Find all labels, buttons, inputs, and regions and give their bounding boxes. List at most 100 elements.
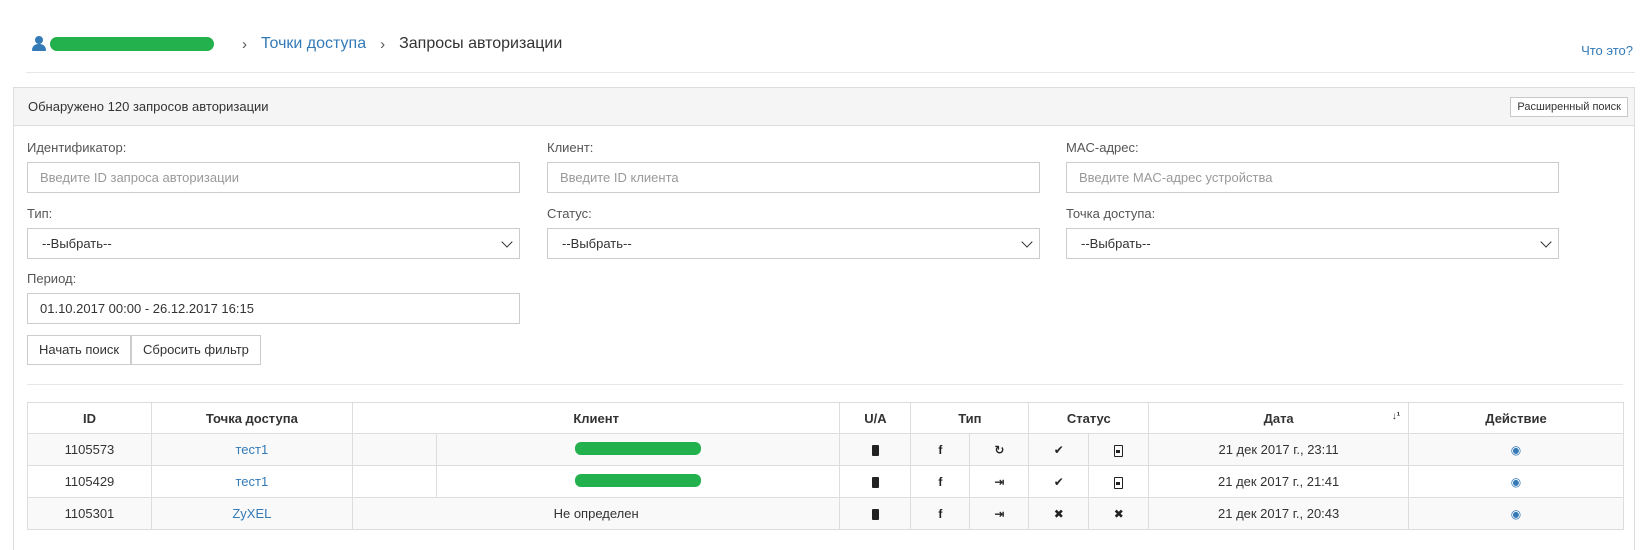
client-filter: Клиент: Введите ID клиента xyxy=(547,140,1040,193)
search-panel: Обнаружено 120 запросов авторизации Расш… xyxy=(13,87,1635,550)
row-date: 21 дек 2017 г., 21:41 xyxy=(1148,465,1410,498)
access-point-select[interactable]: --Выбрать-- xyxy=(1066,228,1559,259)
row-status: ✔ xyxy=(1028,433,1090,466)
row-action: ◉ xyxy=(1408,465,1624,498)
sort-icon[interactable]: ↓¹ xyxy=(1392,411,1400,422)
type-filter: Тип: --Выбрать-- xyxy=(27,206,520,259)
row-access-point: тест1 xyxy=(150,433,353,466)
row-id: 1105301 xyxy=(27,497,152,530)
chevron-down-icon xyxy=(1021,236,1033,248)
col-status[interactable]: Статус xyxy=(1028,402,1150,434)
period-filter-label: Период: xyxy=(27,271,77,286)
row-status: ✔ xyxy=(1028,465,1090,498)
access-point-select-value: --Выбрать-- xyxy=(1081,236,1151,251)
col-date-label: Дата xyxy=(1263,410,1294,426)
mobile-icon xyxy=(871,477,879,489)
col-access-point[interactable]: Точка доступа xyxy=(150,402,353,434)
table-header-row: ID Точка доступа Клиент U/A Тип Статус Д… xyxy=(27,402,1624,434)
table-row[interactable]: 1105573 тест1 f ↻ ✔ 21 дек 2017 г., 23:1… xyxy=(27,433,1624,466)
facebook-icon: f xyxy=(938,507,943,521)
chevron-down-icon xyxy=(501,236,513,248)
access-point-link[interactable]: ZyXEL xyxy=(232,506,271,521)
sign-in-icon: ⇥ xyxy=(994,507,1005,521)
col-date[interactable]: Дата ↓¹ xyxy=(1148,402,1410,434)
row-ua xyxy=(839,465,912,498)
eye-icon[interactable]: ◉ xyxy=(1511,475,1521,489)
status-select[interactable]: --Выбрать-- xyxy=(547,228,1040,259)
id-filter: Идентификатор: Введите ID запроса автори… xyxy=(27,140,520,193)
col-type[interactable]: Тип xyxy=(910,402,1030,434)
redacted-client[interactable] xyxy=(575,441,702,455)
user-icon xyxy=(32,36,46,52)
search-button[interactable]: Начать поиск xyxy=(27,335,132,365)
row-type: ⇥ xyxy=(969,465,1030,498)
col-ua[interactable]: U/A xyxy=(839,402,912,434)
id-badge-icon xyxy=(1114,476,1124,489)
row-type-social: f xyxy=(910,497,971,530)
eye-icon[interactable]: ◉ xyxy=(1511,507,1521,521)
chevron-down-icon xyxy=(1540,236,1552,248)
row-type: ↻ xyxy=(969,433,1030,466)
id-input[interactable]: Введите ID запроса авторизации xyxy=(27,162,520,193)
row-status-2 xyxy=(1088,465,1150,498)
mac-input[interactable]: Введите MAC-адрес устройства xyxy=(1066,162,1559,193)
client-filter-label: Клиент: xyxy=(547,140,594,155)
table-row[interactable]: 1105429 тест1 f ⇥ ✔ 21 дек 2017 г., 21:4… xyxy=(27,465,1624,498)
breadcrumb: › Точки доступа › Запросы авторизации xyxy=(32,32,562,56)
type-select-value: --Выбрать-- xyxy=(42,236,112,251)
type-select[interactable]: --Выбрать-- xyxy=(27,228,520,259)
access-point-link[interactable]: тест1 xyxy=(236,442,269,457)
row-type-social: f xyxy=(910,433,971,466)
access-point-filter-label: Точка доступа: xyxy=(1066,206,1156,221)
breadcrumb-access-points[interactable]: Точки доступа xyxy=(261,35,366,53)
check-icon: ✔ xyxy=(1053,443,1064,457)
row-action: ◉ xyxy=(1408,433,1624,466)
table-row[interactable]: 1105301 ZyXEL Не определен f ⇥ ✖ ✖ 21 де… xyxy=(27,497,1624,530)
period-filter: Период: 01.10.2017 00:00 - 26.12.2017 16… xyxy=(27,271,520,324)
client-input[interactable]: Введите ID клиента xyxy=(547,162,1040,193)
mac-filter: MAC-адрес: Введите MAC-адрес устройства xyxy=(1066,140,1559,193)
redacted-client[interactable] xyxy=(575,473,702,487)
redacted-username[interactable] xyxy=(50,37,214,51)
reset-filter-button[interactable]: Сбросить фильтр xyxy=(131,335,261,365)
mobile-icon xyxy=(871,509,879,521)
row-type-social: f xyxy=(910,465,971,498)
mac-filter-label: MAC-адрес: xyxy=(1066,140,1139,155)
status-filter: Статус: --Выбрать-- xyxy=(547,206,1040,259)
id-filter-label: Идентификатор: xyxy=(27,140,127,155)
row-client-prefix xyxy=(351,465,437,498)
auth-requests-table: ID Точка доступа Клиент U/A Тип Статус Д… xyxy=(27,402,1624,530)
col-client[interactable]: Клиент xyxy=(351,402,841,434)
page-title: Запросы авторизации xyxy=(399,35,563,52)
breadcrumb-separator: › xyxy=(242,35,247,53)
access-point-link[interactable]: тест1 xyxy=(236,474,269,489)
id-badge-icon xyxy=(1114,444,1124,457)
eye-icon[interactable]: ◉ xyxy=(1511,443,1521,457)
row-status-2: ✖ xyxy=(1088,497,1150,530)
help-link[interactable]: Что это? xyxy=(1581,43,1633,58)
row-type: ⇥ xyxy=(969,497,1030,530)
facebook-icon: f xyxy=(938,443,943,457)
advanced-search-button[interactable]: Расширенный поиск xyxy=(1510,97,1628,117)
check-icon: ✔ xyxy=(1053,475,1064,489)
row-client: Не определен xyxy=(351,497,841,530)
type-filter-label: Тип: xyxy=(27,206,53,221)
sign-in-icon: ⇥ xyxy=(994,475,1005,489)
row-date: 21 дек 2017 г., 23:11 xyxy=(1148,433,1410,466)
period-input[interactable]: 01.10.2017 00:00 - 26.12.2017 16:15 xyxy=(27,293,520,324)
row-ua xyxy=(839,497,912,530)
close-icon: ✖ xyxy=(1113,507,1124,521)
row-access-point: ZyXEL xyxy=(150,497,353,530)
breadcrumb-separator: › xyxy=(380,35,386,53)
row-client xyxy=(435,465,841,498)
refresh-icon: ↻ xyxy=(994,443,1005,457)
row-id: 1105429 xyxy=(27,465,152,498)
row-action: ◉ xyxy=(1408,497,1624,530)
results-count: Обнаружено 120 запросов авторизации xyxy=(28,99,269,114)
col-action[interactable]: Действие xyxy=(1408,402,1624,434)
access-point-filter: Точка доступа: --Выбрать-- xyxy=(1066,206,1559,259)
col-id[interactable]: ID xyxy=(27,402,152,434)
mobile-icon xyxy=(871,445,879,457)
divider xyxy=(26,72,1635,73)
row-status-2 xyxy=(1088,433,1150,466)
